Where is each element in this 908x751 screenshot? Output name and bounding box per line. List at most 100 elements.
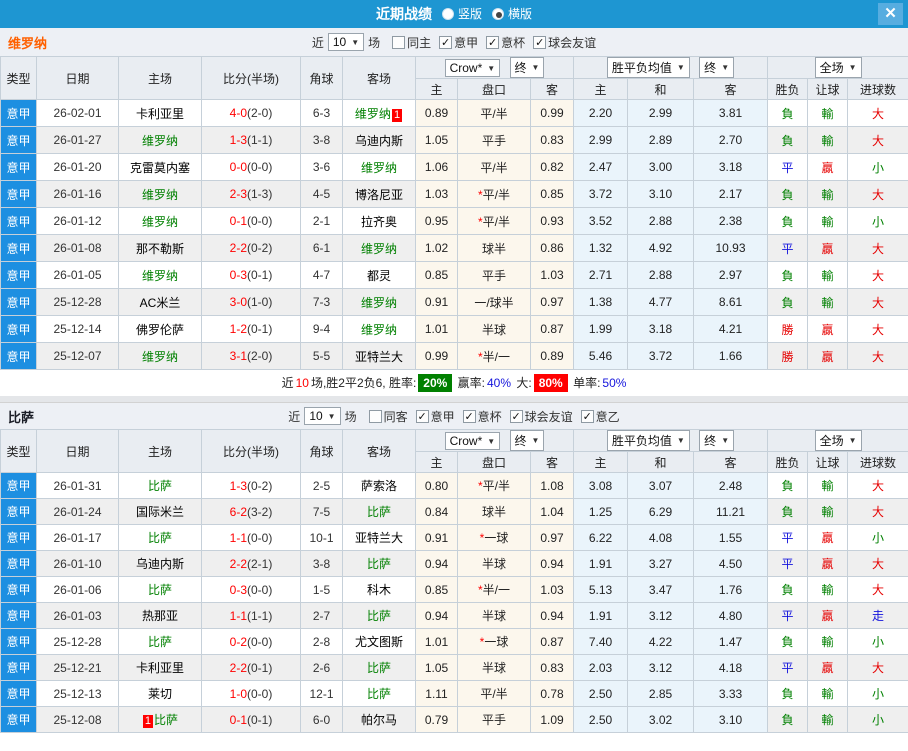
filter-checkbox[interactable] <box>392 35 406 49</box>
team-name-text: 拉齐奥 <box>360 214 397 229</box>
avg-final-select[interactable]: 终 ▼ <box>699 57 735 78</box>
handicap-cell: *平/半 <box>457 472 531 499</box>
team1-name: 维罗纳 <box>8 35 48 51</box>
odds-group-header: Crow* ▼ 终 ▼ <box>415 429 574 452</box>
avg-away-cell: 3.33 <box>692 680 769 707</box>
filter-checkbox[interactable]: ✓ <box>533 35 547 49</box>
col-header-avg-away: 客 <box>692 78 769 100</box>
odds-home-cell: 0.84 <box>415 498 458 525</box>
away-team-cell: 科木 <box>342 576 416 603</box>
away-team-cell: 博洛尼亚 <box>342 180 416 208</box>
filter-checkbox[interactable]: ✓ <box>580 409 594 423</box>
avg-draw-cell: 2.89 <box>627 126 694 154</box>
handicap-result-cell: 輸 <box>807 628 849 655</box>
odds-final-select[interactable]: 终 ▼ <box>509 430 545 451</box>
team-name-text: 维罗纳 <box>141 187 178 202</box>
chevron-down-icon: ▼ <box>351 37 360 47</box>
filter-checkbox[interactable] <box>368 409 382 423</box>
avg-away-cell: 3.10 <box>692 706 769 733</box>
score-cell: 6-2(3-2) <box>201 498 301 525</box>
filter-checkbox[interactable]: ✓ <box>462 409 476 423</box>
scope-select[interactable]: 全场 ▼ <box>814 57 862 78</box>
filter-checkbox-label: 意甲 <box>430 409 455 424</box>
filter-checkbox[interactable]: ✓ <box>486 35 500 49</box>
odds-away-cell: 0.83 <box>530 654 574 681</box>
near-label: 近 <box>288 409 301 424</box>
avg-final-value: 终 <box>704 61 717 75</box>
league-cell: 意甲 <box>0 126 37 154</box>
team-name-text: 比萨 <box>366 661 391 675</box>
handicap-cell: 球半 <box>457 498 531 525</box>
filter-checkbox[interactable]: ✓ <box>509 409 523 423</box>
filter-checkbox[interactable]: ✓ <box>439 35 453 49</box>
handicap-cell: 半球 <box>457 602 531 629</box>
corner-cell: 4-7 <box>300 261 343 289</box>
games-count-select[interactable]: 10 ▼ <box>327 33 365 51</box>
away-team-cell: 比萨 <box>342 602 416 629</box>
avg-draw-cell: 2.88 <box>627 207 694 235</box>
date-cell: 26-01-06 <box>36 576 119 603</box>
handicap-cell: 平手 <box>457 261 531 289</box>
home-team-cell: 卡利亚里 <box>118 99 202 127</box>
odds-away-cell: 1.08 <box>530 472 574 499</box>
games-count-select[interactable]: 10 ▼ <box>304 407 341 425</box>
match-row: 意甲 26-01-12 维罗纳 0-1(0-0) 2-1 拉齐奥 0.95 *平/半 0.93 3… <box>0 207 908 235</box>
score-cell: 3-1(2-0) <box>201 342 301 370</box>
col-header-odds-away: 客 <box>530 451 574 473</box>
odds-final-select[interactable]: 终 ▼ <box>509 57 545 78</box>
odds-home-cell: 1.01 <box>415 315 458 343</box>
match-row: 意甲 25-12-13 莱切 1-0(0-0) 12-1 比萨 1.11 平/半 0.78 2.5… <box>0 680 908 707</box>
handicap-cell: 半球 <box>457 315 531 343</box>
team-name-text: 国际米兰 <box>135 505 184 519</box>
odds-company-select[interactable]: Crow* ▼ <box>444 432 501 450</box>
match-row: 意甲 25-12-08 1 比萨 0-1(0-1) 6-0 帕尔马 0.79 平手 1.09 2.5… <box>0 706 908 733</box>
wdl-result-cell: 平 <box>767 234 809 262</box>
home-team-cell: 维罗纳 <box>118 180 202 208</box>
team-name-text: 比萨 <box>366 687 391 701</box>
corner-cell: 5-5 <box>300 342 343 370</box>
home-team-cell: 乌迪内斯 <box>118 550 202 577</box>
avg-final-select[interactable]: 终 ▼ <box>699 430 735 451</box>
avg-draw-cell: 3.10 <box>627 180 694 208</box>
away-team-cell: 萨索洛 <box>342 472 416 499</box>
close-button[interactable]: ✕ <box>878 3 903 25</box>
goals-result-cell: 大 <box>847 550 908 577</box>
avg-home-cell: 2.99 <box>573 126 628 154</box>
handicap-cell: *半/一 <box>457 576 531 603</box>
col-header-odds-home: 主 <box>415 451 458 473</box>
filter-checkbox[interactable]: ✓ <box>415 409 429 423</box>
goals-result-cell: 大 <box>847 576 908 603</box>
team-name-text: 维罗纳 <box>141 214 178 229</box>
avg-type-select[interactable]: 胜平负均值 ▼ <box>606 57 690 78</box>
version-radio-横版[interactable] <box>492 8 504 20</box>
avg-home-cell: 2.20 <box>573 99 628 127</box>
odds-company-select[interactable]: Crow* ▼ <box>444 59 501 77</box>
odds-away-cell: 1.03 <box>530 576 574 603</box>
away-team-cell: 乌迪内斯 <box>342 126 416 154</box>
score-cell: 0-1(0-1) <box>201 706 301 733</box>
date-cell: 26-01-17 <box>36 524 119 551</box>
team-name-text: 乌迪内斯 <box>135 557 184 571</box>
avg-home-cell: 2.50 <box>573 706 628 733</box>
odds-home-cell: 1.02 <box>415 234 458 262</box>
avg-draw-cell: 3.47 <box>627 576 694 603</box>
wdl-result-cell: 平 <box>767 602 809 629</box>
avg-away-cell: 2.48 <box>692 472 769 499</box>
odds-final-value: 终 <box>514 61 527 75</box>
odds-away-cell: 0.97 <box>530 524 574 551</box>
wdl-result-cell: 負 <box>767 288 809 316</box>
version-radio-竖版[interactable] <box>441 8 454 20</box>
odds-away-cell: 1.04 <box>530 498 574 525</box>
goals-result-cell: 大 <box>847 234 908 262</box>
goals-result-cell: 小 <box>847 153 908 181</box>
version-radio-label: 横版 <box>508 7 533 21</box>
team2-filter-checkboxes: 同客 ✓ 意甲 ✓ 意杯 ✓ 球会友谊 ✓ 意乙 <box>361 408 620 425</box>
avg-type-select[interactable]: 胜平负均值 ▼ <box>606 430 690 451</box>
home-team-cell: 维罗纳 <box>118 261 202 289</box>
scope-select[interactable]: 全场 ▼ <box>814 430 862 451</box>
wdl-result-cell: 平 <box>767 524 809 551</box>
col-header-avg-draw: 和 <box>627 78 694 100</box>
handicap-cell: 半球 <box>457 550 531 577</box>
away-team-cell: 维罗纳 <box>342 234 416 262</box>
avg-away-cell: 3.18 <box>692 153 769 181</box>
